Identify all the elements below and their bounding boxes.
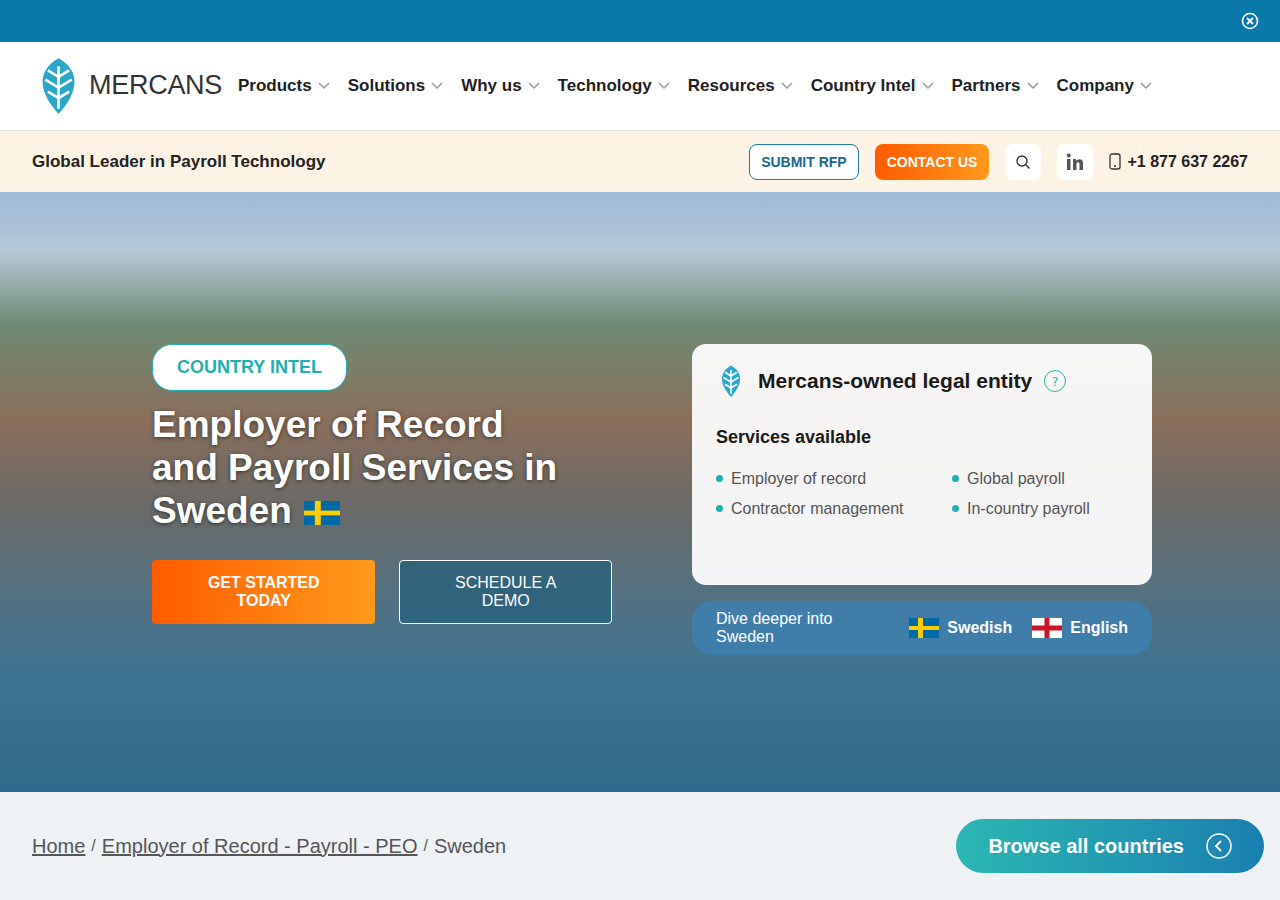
language-option[interactable]: Swedish	[909, 618, 1012, 638]
service-item: In-country payroll	[952, 500, 1128, 518]
sweden-flag-icon	[304, 501, 340, 525]
logo[interactable]: MERCANS	[32, 54, 222, 118]
nav-item[interactable]: Products	[238, 76, 330, 96]
submit-rfp-button[interactable]: SUBMIT RFP	[749, 144, 859, 180]
breadcrumb-separator: /	[423, 837, 427, 855]
hero-title: Employer of Recordand Payroll Services i…	[152, 403, 557, 534]
search-icon	[1015, 154, 1031, 170]
phone-icon	[1109, 153, 1121, 170]
country-intel-badge: COUNTRY INTEL	[152, 344, 347, 391]
tagline: Global Leader in Payroll Technology	[32, 152, 325, 172]
services-heading: Services available	[716, 427, 1128, 448]
services-list: Employer of recordGlobal payrollContract…	[716, 470, 1128, 518]
header-actions: SUBMIT RFP CONTACT US +1 877 637 2267	[749, 144, 1248, 180]
entity-panel: Mercans-owned legal entity ? Services av…	[692, 344, 1152, 792]
chevron-down-icon	[528, 82, 540, 90]
page: MERCANS Products Solutions Why us Techno…	[0, 0, 1280, 900]
breadcrumb-item: Sweden	[434, 835, 506, 858]
nav-item[interactable]: Technology	[558, 76, 670, 96]
hero-buttons: GET STARTED TODAY SCHEDULE A DEMO	[152, 560, 612, 624]
nav-item[interactable]: Partners	[952, 76, 1039, 96]
search-button[interactable]	[1005, 144, 1041, 180]
browse-countries-button[interactable]: Browse all countries	[956, 819, 1264, 873]
nav-item[interactable]: Company	[1057, 76, 1152, 96]
language-option[interactable]: English	[1032, 618, 1128, 638]
announcement-bar	[0, 0, 1280, 42]
service-item: Employer of record	[716, 470, 952, 488]
sub-bar: Global Leader in Payroll Technology SUBM…	[0, 131, 1280, 192]
sweden-flag-icon	[909, 618, 939, 638]
contact-us-button[interactable]: CONTACT US	[875, 144, 990, 180]
chevron-down-icon	[781, 82, 793, 90]
service-item: Global payroll	[952, 470, 1128, 488]
breadcrumb-bar: Home / Employer of Record - Payroll - PEO…	[0, 792, 1280, 900]
language-label: Dive deeper into Sweden	[716, 610, 889, 646]
entity-card: Mercans-owned legal entity ? Services av…	[692, 344, 1152, 585]
chevron-down-icon	[1027, 82, 1039, 90]
bullet-dot	[952, 505, 959, 512]
entity-title: Mercans-owned legal entity	[758, 369, 1032, 393]
hero-content: COUNTRY INTEL Employer of Recordand Payr…	[152, 344, 612, 792]
logo-text: MERCANS	[89, 70, 222, 101]
breadcrumb: Home / Employer of Record - Payroll - PEO…	[32, 835, 506, 858]
chevron-down-icon	[1140, 82, 1152, 90]
chevron-down-icon	[922, 82, 934, 90]
bullet-dot	[716, 505, 723, 512]
get-started-button[interactable]: GET STARTED TODAY	[152, 560, 375, 624]
nav-item[interactable]: Country Intel	[811, 76, 934, 96]
entity-card-header: Mercans-owned legal entity ?	[716, 364, 1128, 399]
chevron-left-circle-icon	[1206, 833, 1232, 859]
schedule-demo-button[interactable]: SCHEDULE A DEMO	[399, 560, 612, 624]
nav-item[interactable]: Why us	[461, 76, 539, 96]
breadcrumb-separator: /	[91, 837, 95, 855]
language-strip: Dive deeper into Sweden Swedish English	[692, 601, 1152, 655]
main-header: MERCANS Products Solutions Why us Techno…	[0, 42, 1280, 131]
chevron-down-icon	[431, 82, 443, 90]
help-icon[interactable]: ?	[1044, 370, 1066, 392]
service-item: Contractor management	[716, 500, 952, 518]
england-flag-icon	[1032, 618, 1062, 638]
close-icon[interactable]	[1241, 12, 1259, 30]
phone-link[interactable]: +1 877 637 2267	[1109, 153, 1248, 171]
nav-item[interactable]: Solutions	[348, 76, 443, 96]
bullet-dot	[952, 475, 959, 482]
nav-item[interactable]: Resources	[688, 76, 793, 96]
breadcrumb-item[interactable]: Employer of Record - Payroll - PEO	[102, 835, 418, 858]
mercans-leaf-icon	[716, 364, 746, 399]
mercans-leaf-icon	[32, 54, 85, 118]
breadcrumb-item[interactable]: Home	[32, 835, 85, 858]
hero-photo: COUNTRY INTEL Employer of Recordand Payr…	[0, 192, 1280, 792]
main-nav: Products Solutions Why us Technology Res…	[238, 76, 1152, 96]
linkedin-icon	[1066, 153, 1084, 171]
chevron-down-icon	[658, 82, 670, 90]
linkedin-button[interactable]	[1057, 144, 1093, 180]
bullet-dot	[716, 475, 723, 482]
chevron-down-icon	[318, 82, 330, 90]
